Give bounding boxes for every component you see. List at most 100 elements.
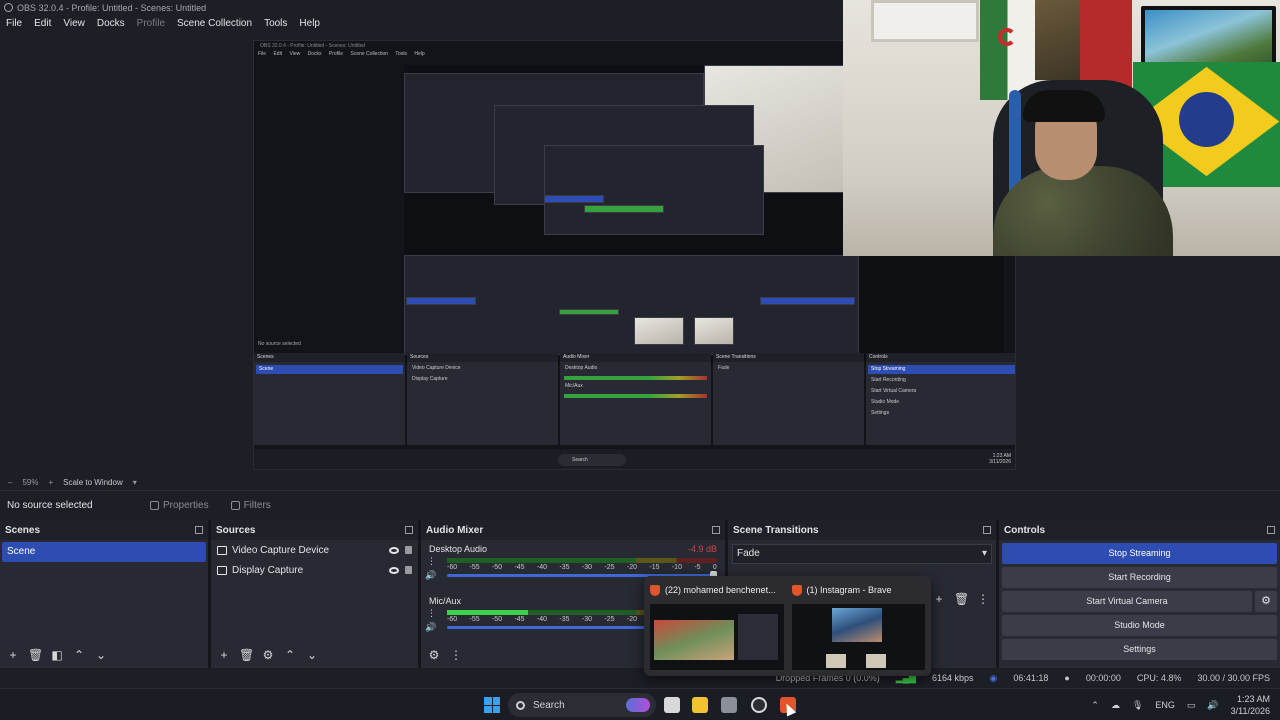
file-explorer-icon[interactable]	[692, 697, 708, 713]
thumbnail-preview	[650, 604, 784, 670]
source-item-video-capture[interactable]: Video Capture Device	[211, 540, 418, 560]
language-indicator[interactable]: ENG	[1155, 700, 1175, 710]
nested-dock-title: Controls	[866, 353, 1015, 362]
move-down-button[interactable]: ⌄	[94, 648, 108, 662]
menu-docks[interactable]: Docks	[91, 18, 131, 29]
menu-file[interactable]: File	[0, 18, 28, 29]
undock-icon[interactable]	[983, 526, 991, 534]
trash-icon[interactable]: 🗑	[954, 592, 969, 606]
virtual-camera-row: Start Virtual Camera ⚙	[1002, 591, 1277, 612]
chevron-down-icon[interactable]: ▾	[133, 478, 137, 487]
window-thumbnail[interactable]: (22) mohamed benchenet...	[650, 582, 784, 670]
sources-title: Sources	[216, 524, 256, 536]
selected-source-label: No source selected	[7, 500, 93, 511]
undock-icon[interactable]	[405, 526, 413, 534]
camera-app-icon[interactable]	[721, 697, 737, 713]
nested-dock-mixer: Audio Mixer Desktop Audio Mic/Aux	[560, 353, 711, 445]
filters-button[interactable]: Filters	[223, 497, 279, 514]
nested-source-item: Display Capture	[412, 376, 448, 382]
window-thumbnail[interactable]: (1) Instagram - Brave	[791, 582, 925, 670]
speaker-icon[interactable]: 🔊	[425, 570, 436, 581]
source-name: Video Capture Device	[232, 544, 330, 556]
more-icon[interactable]: ⋮	[427, 556, 436, 567]
eye-icon[interactable]	[389, 566, 399, 574]
record-icon: ●	[1064, 673, 1070, 683]
properties-button[interactable]: Properties	[142, 497, 217, 514]
bitrate: 6164 kbps	[931, 673, 974, 683]
nested-menu-item: View	[289, 51, 301, 57]
undock-icon[interactable]	[712, 526, 720, 534]
gear-icon[interactable]: ⚙	[1255, 591, 1277, 612]
task-view-icon[interactable]	[664, 697, 680, 713]
scale-mode-select[interactable]: Scale to Window	[63, 478, 123, 487]
eye-icon[interactable]	[389, 546, 399, 554]
search-highlight-icon	[626, 698, 650, 712]
transition-select[interactable]: Fade	[732, 544, 992, 564]
move-up-button[interactable]: ⌃	[283, 648, 297, 662]
undock-icon[interactable]	[195, 526, 203, 534]
nested-menu-item: Docks	[307, 51, 322, 57]
add-scene-button[interactable]: +	[6, 648, 20, 662]
add-transition-button[interactable]: +	[932, 592, 946, 606]
network-icon[interactable]: ▭	[1187, 700, 1196, 711]
settings-button[interactable]: Settings	[1002, 639, 1277, 660]
volume-icon[interactable]: 🔊	[1207, 700, 1218, 711]
source-item-display-capture[interactable]: Display Capture	[211, 560, 418, 580]
taskbar-clock[interactable]: 1:23 AM 3/11/2026	[1231, 693, 1270, 717]
zoom-out-button[interactable]: –	[8, 478, 12, 487]
nested-window-tile	[544, 145, 764, 235]
cloud-icon[interactable]: ☁	[1111, 700, 1120, 711]
studio-mode-button[interactable]: Studio Mode	[1002, 615, 1277, 636]
menu-tools[interactable]: Tools	[258, 18, 293, 29]
trash-icon[interactable]: 🗑	[28, 648, 43, 662]
move-down-button[interactable]: ⌄	[305, 648, 319, 662]
thumbnail-preview	[791, 604, 925, 670]
stop-streaming-button[interactable]: Stop Streaming	[1002, 543, 1277, 564]
more-icon[interactable]: ⋮	[427, 608, 436, 619]
scene-list-item[interactable]: Scene	[2, 542, 206, 562]
nested-control: Settings	[871, 410, 890, 416]
nested-search: Search	[558, 454, 626, 466]
filter-icon[interactable]: ◧	[50, 648, 64, 662]
nested-meter-tile	[559, 309, 619, 315]
menu-view[interactable]: View	[57, 18, 91, 29]
menu-profile[interactable]: Profile	[131, 18, 171, 29]
trash-icon[interactable]: 🗑	[239, 648, 254, 662]
nested-control: Stop Streaming	[868, 365, 1015, 374]
more-icon[interactable]: ⋮	[449, 648, 463, 662]
nested-highlight-tile	[544, 195, 604, 203]
nested-date: 3/11/2026	[989, 459, 1011, 465]
brave-icon	[791, 584, 802, 596]
taskbar-search[interactable]: Search	[508, 693, 656, 717]
speaker-icon[interactable]: 🔊	[425, 622, 436, 633]
obs-taskbar-icon[interactable]	[751, 697, 767, 713]
zoom-in-button[interactable]: +	[48, 478, 53, 487]
undock-icon[interactable]	[1267, 526, 1275, 534]
start-recording-button[interactable]: Start Recording	[1002, 567, 1277, 588]
stream-icon: ◉	[989, 672, 998, 683]
microphone-icon[interactable]: 🎙	[1132, 700, 1143, 711]
lock-icon[interactable]	[405, 546, 412, 554]
nested-menu-item: Tools	[395, 51, 408, 57]
properties-label: Properties	[163, 500, 209, 511]
gear-icon[interactable]: ⚙	[261, 648, 275, 662]
chevron-up-icon[interactable]: ⌃	[1091, 700, 1099, 711]
menu-help[interactable]: Help	[293, 18, 326, 29]
start-virtual-camera-button[interactable]: Start Virtual Camera	[1002, 591, 1252, 612]
gear-icon	[150, 501, 159, 510]
nested-dock-title: Scenes	[254, 353, 405, 362]
windows-start-icon[interactable]	[484, 697, 500, 713]
wall-picture	[871, 0, 979, 42]
nested-meter	[564, 394, 707, 398]
search-label: Search	[533, 699, 565, 711]
add-source-button[interactable]: +	[217, 648, 231, 662]
mixer-settings-icon[interactable]: ⚙	[427, 648, 441, 662]
menu-edit[interactable]: Edit	[28, 18, 57, 29]
channel-name: Desktop Audio	[429, 544, 488, 554]
lock-icon[interactable]	[405, 566, 412, 574]
system-tray: ⌃ ☁ 🎙 ENG ▭ 🔊 1:23 AM 3/11/2026	[1091, 693, 1270, 717]
move-up-button[interactable]: ⌃	[72, 648, 86, 662]
nested-mixer-channel: Desktop Audio	[565, 365, 598, 371]
more-icon[interactable]: ⋮	[976, 592, 990, 606]
menu-scene-collection[interactable]: Scene Collection	[171, 18, 258, 29]
